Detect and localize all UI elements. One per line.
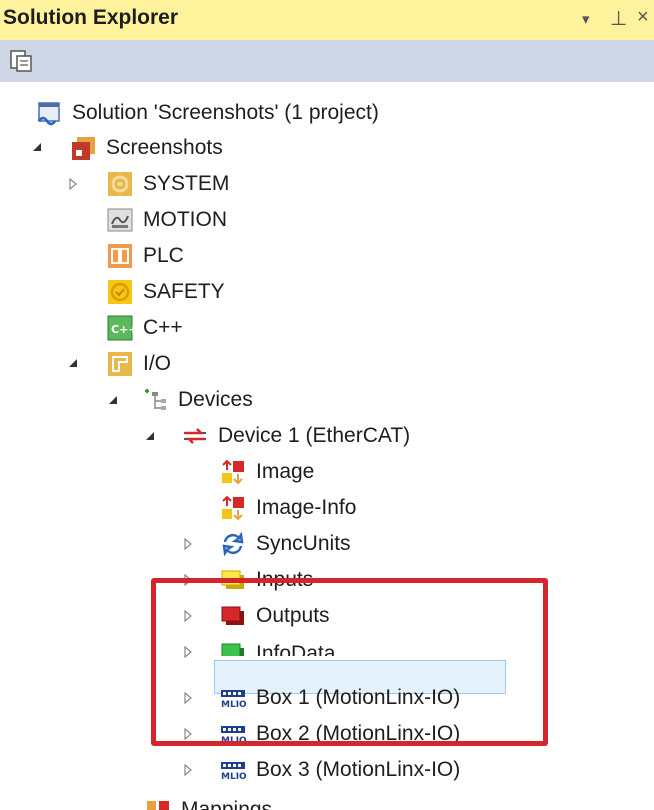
properties-icon[interactable] (8, 47, 36, 75)
collapsed-arrow-icon[interactable] (181, 727, 195, 741)
cpp-icon: C++ (105, 313, 135, 343)
motion-icon (105, 205, 135, 235)
tree-item-box2[interactable]: MLIO Box 2 (MotionLinx-IO) (218, 716, 460, 752)
tree-item-inputs[interactable]: Inputs (218, 562, 313, 598)
motionlinx-io-icon: MLIO (218, 719, 248, 749)
tree-item-label: Solution 'Screenshots' (1 project) (72, 101, 379, 124)
svg-text:MLIO: MLIO (221, 772, 247, 782)
tree-item-devices[interactable]: Devices (140, 382, 253, 418)
tree-item-label: Box 1 (MotionLinx-IO) (256, 686, 461, 709)
panel-title-bar: Solution Explorer ▾ ⊥ × (0, 0, 654, 40)
tree-item-label: Screenshots (106, 136, 223, 159)
tree-item-box3[interactable]: MLIO Box 3 (MotionLinx-IO) (218, 752, 460, 788)
tree-item-safety[interactable]: SAFETY (105, 274, 225, 310)
tree-item-mappings[interactable]: Mappings (143, 790, 272, 810)
svg-text:C++: C++ (111, 323, 134, 336)
tree-item-label: MOTION (143, 208, 227, 231)
tree-item-outputs[interactable]: Outputs (218, 598, 330, 634)
tree-item-syncunits[interactable]: SyncUnits (218, 526, 351, 562)
expanded-arrow-icon[interactable] (30, 140, 44, 154)
collapsed-arrow-icon[interactable] (181, 691, 195, 705)
tree-item-label: Image-Info (256, 496, 357, 519)
tree-item-label: I/O (143, 352, 172, 375)
tree-item-label: Box 2 (MotionLinx-IO) (256, 722, 461, 745)
toolbar (0, 40, 654, 82)
outputs-icon (218, 601, 248, 631)
sync-icon (218, 529, 248, 559)
tree-item-image-info[interactable]: Image-Info (218, 490, 356, 526)
close-icon[interactable]: × (637, 6, 649, 29)
tree-item-label: SyncUnits (256, 532, 351, 555)
devices-tree-icon (140, 385, 170, 415)
motionlinx-io-icon: MLIO (218, 683, 248, 713)
collapsed-arrow-icon[interactable] (181, 609, 195, 623)
svg-text:MLIO: MLIO (221, 700, 247, 710)
tree-item-plc[interactable]: PLC (105, 238, 184, 274)
tree-item-label: Device 1 (EtherCAT) (218, 424, 411, 447)
collapsed-arrow-icon[interactable] (181, 645, 195, 659)
tree-item-label: SAFETY (143, 280, 225, 303)
tree-item-system[interactable]: SYSTEM (105, 166, 229, 202)
collapsed-arrow-icon[interactable] (181, 763, 195, 777)
tree-item-label: Box 3 (MotionLinx-IO) (256, 758, 461, 781)
motionlinx-io-icon: MLIO (218, 755, 248, 785)
infodata-icon (218, 638, 248, 656)
plc-icon (105, 241, 135, 271)
expanded-arrow-icon[interactable] (143, 429, 157, 443)
image-info-icon (218, 493, 248, 523)
inputs-icon (218, 565, 248, 595)
tree-item-io[interactable]: I/O (105, 346, 171, 382)
tree-item-label: C++ (143, 316, 183, 339)
tree-item-label: Inputs (256, 568, 314, 591)
svg-text:MLIO: MLIO (221, 736, 247, 746)
solution-tree: Solution 'Screenshots' (1 project) Scree… (0, 82, 654, 810)
tree-item-motion[interactable]: MOTION (105, 202, 227, 238)
collapsed-arrow-icon[interactable] (66, 177, 80, 191)
tree-item-cpp[interactable]: C++ C++ (105, 310, 183, 346)
ethercat-device-icon (180, 421, 210, 451)
expanded-arrow-icon[interactable] (106, 393, 120, 407)
tree-item-label: Image (256, 460, 315, 483)
tree-item-label: SYSTEM (143, 172, 230, 195)
tree-item-image[interactable]: Image (218, 454, 314, 490)
pin-icon[interactable]: ⊥ (610, 6, 627, 31)
tree-item-label: Devices (178, 388, 253, 411)
safety-icon (105, 277, 135, 307)
tree-item-label: Mappings (181, 798, 273, 810)
expanded-arrow-icon[interactable] (66, 356, 80, 370)
tree-item-solution[interactable]: Solution 'Screenshots' (1 project) (34, 95, 379, 131)
tree-item-infodata[interactable]: InfoData (218, 634, 335, 656)
twincat-project-icon (68, 133, 98, 163)
collapsed-arrow-icon[interactable] (181, 537, 195, 551)
io-icon (105, 349, 135, 379)
solution-icon (34, 98, 64, 128)
tree-item-box1[interactable]: MLIO Box 1 (MotionLinx-IO) (218, 680, 460, 716)
tree-item-label: PLC (143, 244, 184, 267)
tree-item-project[interactable]: Screenshots (68, 130, 223, 166)
panel-title: Solution Explorer (3, 6, 179, 29)
tree-item-label: Outputs (256, 604, 330, 627)
tree-item-device1[interactable]: Device 1 (EtherCAT) (180, 418, 410, 454)
image-icon (218, 457, 248, 487)
mappings-icon (143, 796, 173, 810)
collapsed-arrow-icon[interactable] (181, 573, 195, 587)
tree-item-label: InfoData (256, 642, 336, 656)
dropdown-icon[interactable]: ▾ (582, 10, 590, 28)
system-gear-icon (105, 169, 135, 199)
